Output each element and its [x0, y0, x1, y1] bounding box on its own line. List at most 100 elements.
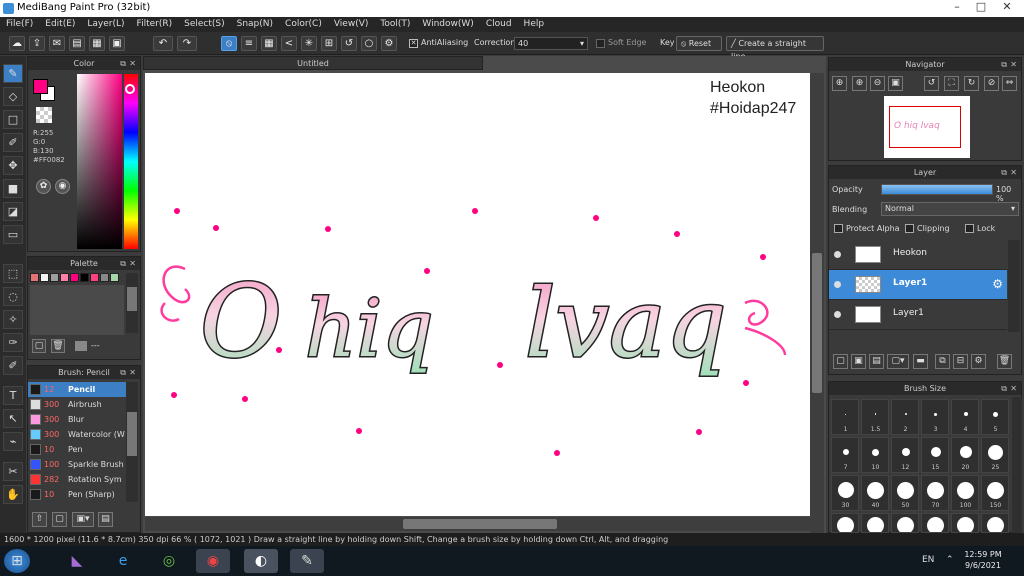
layer-settings-icon[interactable]: ⚙ [971, 354, 986, 369]
horizontal-scrollbar[interactable] [145, 517, 810, 531]
brush-size-scrollbar[interactable] [1012, 397, 1022, 533]
snap-parallel-icon[interactable]: ≡ [241, 36, 257, 51]
new-color-layer-icon[interactable]: ▣ [851, 354, 866, 369]
new-layer-icon[interactable]: ▢ [833, 354, 848, 369]
layer-row[interactable]: Layer1 ⚙ [829, 270, 1007, 300]
trash-icon[interactable]: 🗑 [51, 339, 65, 353]
snap-off-icon[interactable]: ⦸ [221, 36, 237, 51]
clock[interactable]: 12:59 PM 9/6/2021 [962, 549, 1004, 571]
new-halftone-layer-icon[interactable]: ▤ [869, 354, 884, 369]
brush-list-item[interactable]: 12Pencil⚙ [28, 382, 126, 397]
select-pen-tool-icon[interactable]: ✑ [3, 333, 23, 352]
straight-line-button[interactable]: ╱ Create a straight line [726, 36, 824, 61]
chat-icon[interactable]: ▤ [69, 36, 85, 51]
menu-file[interactable]: File(F) [0, 17, 39, 32]
fit-window-icon[interactable]: ⛶ [944, 76, 959, 91]
palette-swatch[interactable] [60, 273, 69, 282]
start-button-icon[interactable]: ⊞ [4, 549, 30, 573]
menu-window[interactable]: Window(W) [416, 17, 479, 32]
menu-cloud[interactable]: Cloud [480, 17, 518, 32]
redo-icon[interactable]: ↷ [177, 36, 197, 51]
brush-size-cell[interactable] [861, 513, 889, 533]
protect-alpha-checkbox[interactable] [834, 224, 843, 233]
brush-size-cell[interactable] [891, 513, 919, 533]
close-icon[interactable]: ✕ [129, 57, 136, 70]
brush-size-cell[interactable] [951, 513, 979, 533]
popout-icon[interactable]: ⧉ [1001, 382, 1007, 395]
brush-size-cell[interactable]: 40 [861, 475, 889, 511]
paint-icon[interactable]: ✎ [290, 549, 324, 573]
shape-tool-icon[interactable]: ■ [3, 179, 23, 198]
brush-menu-icon[interactable]: ▣▾ [72, 512, 94, 527]
palette-swatch[interactable] [50, 273, 59, 282]
popout-icon[interactable]: ⧉ [1001, 58, 1007, 71]
brush-size-cell[interactable]: 2 [891, 399, 919, 435]
brush-list-item[interactable]: 100 Sparkle Brush [28, 457, 126, 472]
wechat-icon[interactable]: ◎ [152, 549, 186, 573]
brush-size-cell[interactable]: 50 [891, 475, 919, 511]
drawing-canvas[interactable]: Heokon #Hoidap247 O hiq lvaq [145, 73, 810, 516]
navigator-thumbnail[interactable]: O hiq lvaq [884, 96, 970, 158]
menu-help[interactable]: Help [518, 17, 551, 32]
snap-radial-icon[interactable]: ✳ [301, 36, 317, 51]
palette-swatch[interactable] [80, 273, 89, 282]
brush-size-cell[interactable] [831, 513, 859, 533]
comment-icon[interactable]: ✉ [49, 36, 65, 51]
bucket-tool-icon[interactable]: ◪ [3, 202, 23, 221]
expand-tray-icon[interactable]: ⌃ [946, 555, 954, 565]
snap-vanish-icon[interactable]: < [281, 36, 297, 51]
menu-view[interactable]: View(V) [328, 17, 375, 32]
layer-scrollbar[interactable] [1008, 240, 1020, 332]
snap-grid-icon[interactable]: ▦ [261, 36, 277, 51]
snap-settings-icon[interactable]: ⚙ [381, 36, 397, 51]
brush-size-cell[interactable]: 100 [951, 475, 979, 511]
divide-tool-icon[interactable]: ✂ [3, 462, 23, 481]
vertical-scrollbar[interactable] [810, 73, 824, 533]
menu-color[interactable]: Color(C) [279, 17, 328, 32]
trash-icon[interactable]: 🗑 [997, 354, 1012, 369]
flip-icon[interactable]: ⇔ [1002, 76, 1017, 91]
brush-size-cell[interactable] [981, 513, 1009, 533]
medibang-icon[interactable]: ◐ [244, 549, 278, 573]
color-wheel-icon[interactable]: ✿ [36, 179, 51, 194]
snap-curve-icon[interactable]: ↺ [341, 36, 357, 51]
soft-edge-checkbox[interactable] [596, 39, 605, 48]
folder-icon[interactable]: ▬ [913, 354, 928, 369]
brush-size-cell[interactable]: 150 [981, 475, 1009, 511]
opacity-slider[interactable] [881, 184, 993, 195]
popout-icon[interactable]: ⧉ [120, 257, 126, 270]
brush-size-cell[interactable]: 12 [891, 437, 919, 473]
undo-icon[interactable]: ↶ [153, 36, 173, 51]
visibility-icon[interactable] [834, 281, 841, 288]
brush-list-item[interactable]: 300 Airbrush [28, 397, 126, 412]
visibility-icon[interactable] [834, 311, 841, 318]
lasso-tool-icon[interactable]: ◌ [3, 287, 23, 306]
brush-tool-icon[interactable]: ✎ [3, 64, 23, 83]
saturation-value-picker[interactable] [77, 74, 122, 249]
brush-size-cell[interactable]: 70 [921, 475, 949, 511]
new-brush-icon[interactable]: ▢ [52, 512, 67, 527]
brush-settings-icon[interactable]: ▤ [98, 512, 113, 527]
select-tool-icon[interactable]: ⬚ [3, 264, 23, 283]
text-tool-icon[interactable]: T [3, 386, 23, 405]
magic-wand-tool-icon[interactable]: ✧ [3, 310, 23, 329]
palette-swatch[interactable] [90, 273, 99, 282]
merge-layer-icon[interactable]: ⊟ [953, 354, 968, 369]
menu-select[interactable]: Select(S) [178, 17, 231, 32]
popout-icon[interactable]: ⧉ [120, 366, 126, 379]
duplicate-layer-icon[interactable]: ⧉ [935, 354, 950, 369]
snap-cross-icon[interactable]: ⊞ [321, 36, 337, 51]
move-tool-icon[interactable]: ✥ [3, 156, 23, 175]
palette-swatch[interactable] [40, 273, 49, 282]
menu-tool[interactable]: Tool(T) [374, 17, 416, 32]
cloud-icon[interactable]: ☁ [9, 36, 25, 51]
palette-swatch[interactable] [70, 273, 79, 282]
reset-rotation-icon[interactable]: ⊘ [984, 76, 999, 91]
close-icon[interactable]: ✕ [129, 257, 136, 270]
layer-row[interactable]: Layer1 [829, 300, 1007, 330]
palette-swatch[interactable] [30, 273, 39, 282]
gear-icon[interactable]: ⚙ [992, 277, 1003, 291]
minimize-icon[interactable]: – [946, 0, 968, 14]
brush-size-cell[interactable] [921, 513, 949, 533]
chrome-icon[interactable]: ◉ [196, 549, 230, 573]
